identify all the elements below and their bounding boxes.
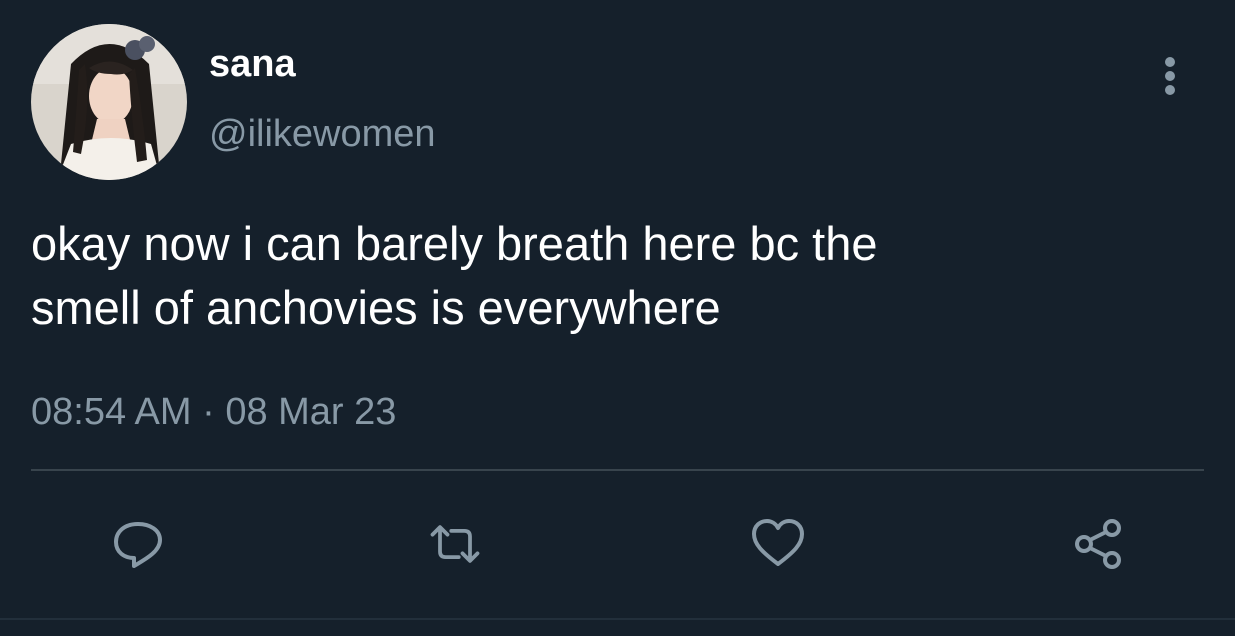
retweet-icon xyxy=(430,525,480,563)
tweet-text-line: okay now i can barely breath here bc the xyxy=(31,217,878,270)
retweet-button[interactable] xyxy=(425,514,485,574)
tweet-text: okay now i can barely breath here bc the… xyxy=(31,212,1181,340)
divider xyxy=(31,469,1204,471)
share-button[interactable] xyxy=(1070,514,1130,574)
like-button[interactable] xyxy=(748,514,808,574)
user-handle[interactable]: @ilikewomen xyxy=(209,110,436,158)
tweet-timestamp[interactable]: 08:54 AM · 08 Mar 23 xyxy=(31,388,396,436)
reply-button[interactable] xyxy=(108,514,168,574)
tweet-text-line: smell of anchovies is everywhere xyxy=(31,281,721,334)
more-options-button[interactable] xyxy=(1150,52,1190,100)
avatar[interactable] xyxy=(31,24,187,180)
avatar-image xyxy=(31,24,187,180)
display-name[interactable]: sana xyxy=(209,40,296,88)
heart-icon xyxy=(752,519,804,566)
share-icon xyxy=(1075,519,1121,569)
reply-icon xyxy=(114,522,162,568)
bottom-divider xyxy=(0,618,1235,620)
more-vertical-icon xyxy=(1165,57,1175,95)
